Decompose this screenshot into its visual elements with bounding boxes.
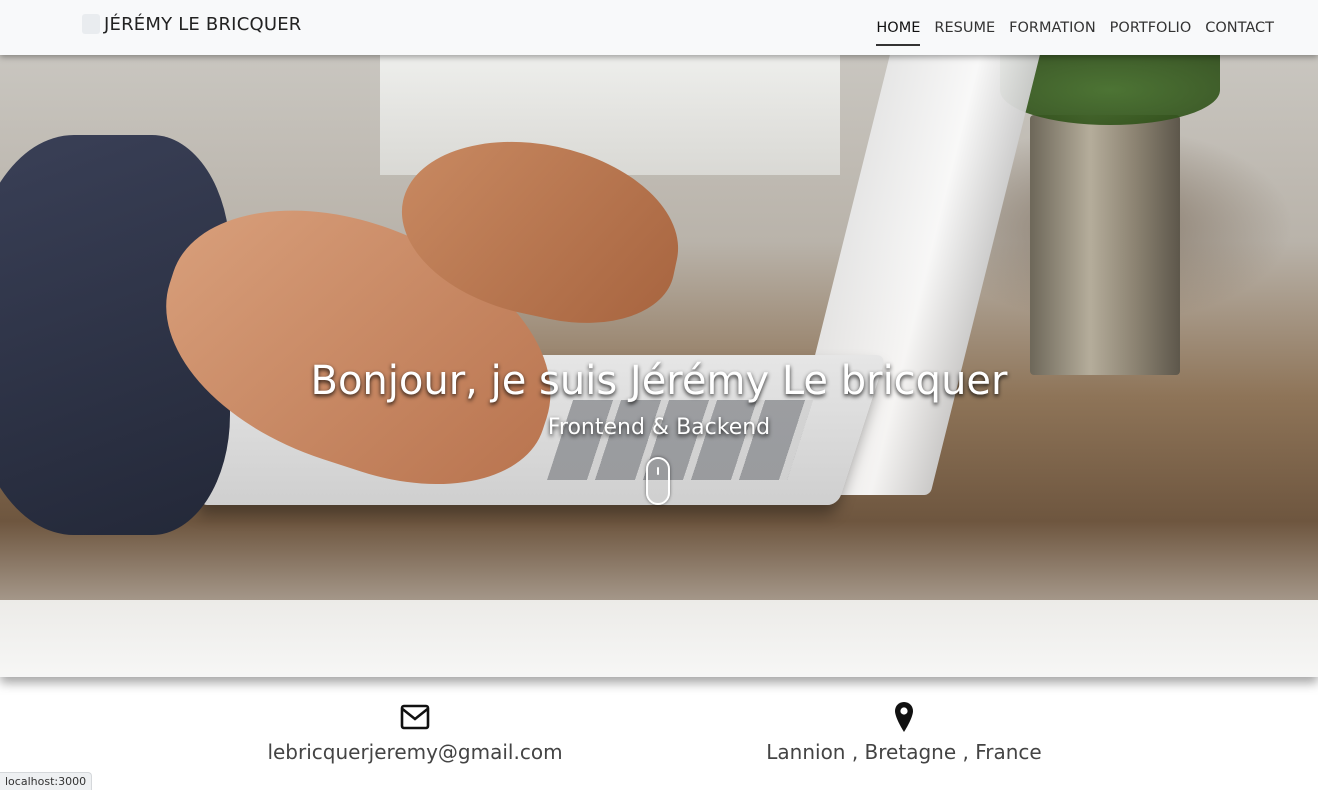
location-text: Lannion , Bretagne , France	[766, 740, 1042, 764]
map-pin-icon	[895, 702, 913, 732]
email-address[interactable]: lebricquerjeremy@gmail.com	[215, 740, 615, 764]
browser-status-bar: localhost:3000	[0, 772, 93, 790]
hero-subtitle: Frontend & Backend	[547, 415, 771, 440]
main-nav: HOME RESUME FORMATION PORTFOLIO CONTACT	[876, 0, 1274, 55]
hero-bg-plant-pot	[1030, 115, 1180, 375]
mouse-icon[interactable]	[646, 457, 670, 505]
hero-bg-paper	[0, 600, 1318, 677]
hero-bg-keyboard	[547, 400, 813, 480]
nav-link-resume[interactable]: RESUME	[934, 14, 995, 42]
nav-link-contact[interactable]: CONTACT	[1205, 14, 1274, 42]
envelope-icon	[400, 704, 430, 730]
contact-location: Lannion , Bretagne , France	[704, 700, 1104, 764]
hero-section: Bonjour, je suis Jérémy Le bricquer Fron…	[0, 55, 1318, 677]
contact-email: lebricquerjeremy@gmail.com	[215, 700, 615, 764]
nav-link-home[interactable]: HOME	[876, 14, 921, 46]
brand-name[interactable]: JÉRÉMY LE BRICQUER	[104, 14, 302, 35]
brand-logo[interactable]	[82, 14, 100, 34]
hero-title: Bonjour, je suis Jérémy Le bricquer	[310, 358, 1008, 404]
navbar: JÉRÉMY LE BRICQUER HOME RESUME FORMATION…	[0, 0, 1318, 55]
nav-link-formation[interactable]: FORMATION	[1009, 14, 1096, 42]
nav-link-portfolio[interactable]: PORTFOLIO	[1110, 14, 1192, 42]
